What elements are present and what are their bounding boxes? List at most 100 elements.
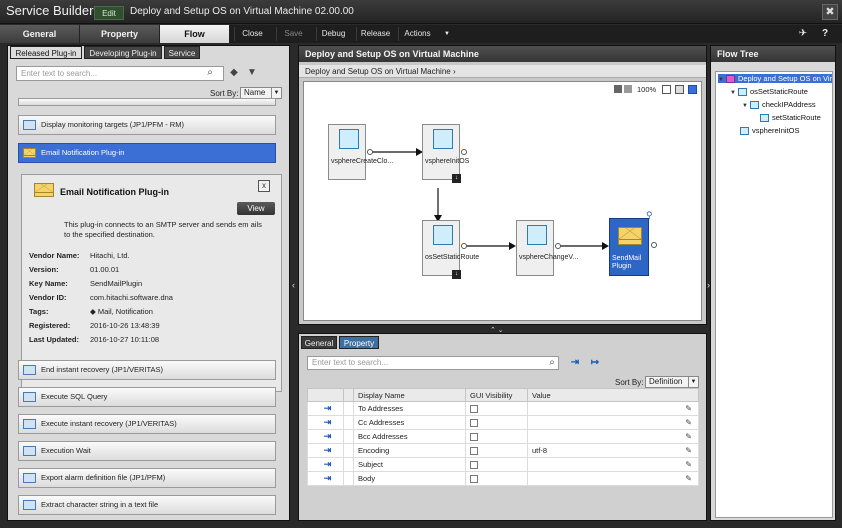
- list-item[interactable]: Export alarm definition file (JP1/PFM): [18, 468, 276, 488]
- flow-node[interactable]: vsphereInitOS: [422, 124, 469, 180]
- gui-visibility-checkbox[interactable]: [470, 419, 478, 427]
- gui-visibility-checkbox[interactable]: [470, 405, 478, 413]
- list-item[interactable]: Extract character string in a text file: [18, 495, 276, 515]
- edit-pencil-icon[interactable]: ✎: [685, 404, 692, 413]
- collapse-icon[interactable]: ▼: [730, 90, 736, 96]
- node-port[interactable]: [461, 243, 467, 249]
- value-cell[interactable]: utf-8 ✎: [527, 443, 699, 458]
- list-item[interactable]: Display monitoring targets (JP1/PFM - RM…: [18, 115, 276, 135]
- flow-node[interactable]: osSetStaticRoute: [422, 220, 479, 276]
- edit-pencil-icon[interactable]: ✎: [685, 418, 692, 427]
- gui-visibility-cell[interactable]: [465, 443, 528, 458]
- column-header-value[interactable]: Value: [527, 388, 699, 402]
- value-cell[interactable]: ✎: [527, 457, 699, 472]
- node-port[interactable]: [555, 243, 561, 249]
- actions-menu[interactable]: Actions: [398, 27, 436, 41]
- column-header-display-name[interactable]: Display Name: [353, 388, 466, 402]
- tree-item-root[interactable]: ▼ Deploy and Setup OS on Virtual Machine: [718, 74, 832, 84]
- table-row[interactable]: ⇥ Cc Addresses ✎: [307, 415, 699, 430]
- table-row[interactable]: ⇥ Bcc Addresses ✎: [307, 429, 699, 444]
- flow-node-selected[interactable]: SendMail Plugin: [609, 218, 649, 276]
- close-button[interactable]: Close: [234, 27, 270, 41]
- flow-node[interactable]: vsphereCreateClo...: [328, 124, 393, 180]
- table-row[interactable]: ⇥ Encoding utf-8 ✎: [307, 443, 699, 458]
- vendor-name-label: Vendor Name:: [29, 251, 80, 260]
- list-item[interactable]: Execute instant recovery (JP1/VERITAS): [18, 414, 276, 434]
- collapse-icon[interactable]: ▼: [742, 103, 748, 109]
- tree-item[interactable]: ▼ checkIPAddress: [742, 100, 816, 110]
- pin-icon[interactable]: ✈: [796, 27, 810, 41]
- gui-visibility-checkbox[interactable]: [470, 461, 478, 469]
- tree-item[interactable]: setStaticRoute: [760, 113, 821, 123]
- node-port[interactable]: [461, 149, 467, 155]
- close-icon[interactable]: x: [258, 180, 270, 192]
- breadcrumb-item[interactable]: Deploy and Setup OS on Virtual Machine: [305, 67, 451, 76]
- value-cell[interactable]: ✎: [527, 429, 699, 444]
- search-icon[interactable]: ⌕: [546, 357, 558, 369]
- save-button[interactable]: Save: [276, 27, 310, 41]
- table-row[interactable]: ⇥ To Addresses ✎: [307, 401, 699, 416]
- filter-icon[interactable]: ▼: [246, 67, 258, 79]
- tab-flow[interactable]: Flow: [160, 25, 230, 43]
- debug-button[interactable]: Debug: [316, 27, 350, 41]
- gui-visibility-cell[interactable]: [465, 429, 528, 444]
- collapse-icon[interactable]: ▼: [718, 77, 724, 83]
- gui-visibility-checkbox[interactable]: [470, 447, 478, 455]
- settings-wrench-icon[interactable]: ⚲: [646, 210, 653, 221]
- tab-property[interactable]: Property: [339, 336, 379, 349]
- value-cell[interactable]: ✎: [527, 401, 699, 416]
- tag-icon[interactable]: ◆: [228, 67, 240, 79]
- list-item[interactable]: End instant recovery (JP1/VERITAS): [18, 360, 276, 380]
- edit-pencil-icon[interactable]: ✎: [685, 460, 692, 469]
- list-item-selected[interactable]: Email Notification Plug-in: [18, 143, 276, 163]
- tab-general[interactable]: General: [0, 25, 80, 43]
- node-port[interactable]: [651, 242, 657, 248]
- tags-value: ◆ Mail, Notification: [90, 307, 153, 316]
- value-cell[interactable]: ✎: [527, 415, 699, 430]
- gui-visibility-checkbox[interactable]: [470, 433, 478, 441]
- tab-service[interactable]: Service: [164, 46, 200, 59]
- tab-property[interactable]: Property: [80, 25, 160, 43]
- export-icon[interactable]: ↦: [589, 357, 601, 369]
- collapse-left-icon[interactable]: ‹: [292, 280, 295, 290]
- list-item-label: Execute SQL Query: [41, 392, 108, 401]
- tab-general[interactable]: General: [301, 336, 337, 349]
- list-item[interactable]: Execution Wait: [18, 441, 276, 461]
- gui-visibility-cell[interactable]: [465, 415, 528, 430]
- gui-visibility-checkbox[interactable]: [470, 475, 478, 483]
- edit-pencil-icon[interactable]: ✎: [685, 432, 692, 441]
- expand-icon[interactable]: ↓: [452, 270, 461, 279]
- list-item-partial[interactable]: [18, 98, 276, 106]
- breadcrumb[interactable]: Deploy and Setup OS on Virtual Machine ›: [299, 65, 706, 78]
- expand-icon[interactable]: ↓: [452, 174, 461, 183]
- plugin-icon: [23, 446, 36, 456]
- node-port[interactable]: [367, 149, 373, 155]
- tab-developing-plugin[interactable]: Developing Plug-in: [84, 46, 162, 59]
- edit-pencil-icon[interactable]: ✎: [685, 446, 692, 455]
- column-header-gui-visibility[interactable]: GUI Visibility: [465, 388, 528, 402]
- edit-pencil-icon[interactable]: ✎: [685, 474, 692, 483]
- tree-item[interactable]: ▼ osSetStaticRoute: [730, 87, 808, 97]
- value-cell[interactable]: ✎: [527, 471, 699, 486]
- search-icon[interactable]: ⌕: [204, 67, 216, 79]
- table-row[interactable]: ⇥ Body ✎: [307, 471, 699, 486]
- flow-node[interactable]: vsphereChangeV...: [516, 220, 578, 276]
- tab-released-plugin[interactable]: Released Plug-in: [10, 46, 82, 59]
- gui-visibility-cell[interactable]: [465, 457, 528, 472]
- view-button[interactable]: View: [237, 202, 275, 215]
- table-row[interactable]: ⇥ Subject ✎: [307, 457, 699, 472]
- release-button[interactable]: Release: [356, 27, 394, 41]
- close-window-button[interactable]: ✖: [822, 4, 838, 20]
- help-icon[interactable]: ?: [818, 27, 832, 41]
- gui-visibility-cell[interactable]: [465, 401, 528, 416]
- flow-tree-title: Flow Tree: [711, 46, 835, 62]
- property-search-input[interactable]: Enter text to search...: [307, 356, 559, 370]
- gui-visibility-cell[interactable]: [465, 471, 528, 486]
- import-icon[interactable]: ⇥: [569, 357, 581, 369]
- flow-canvas[interactable]: 100% vsphereCreateClo... vsphereInitOS ↓: [303, 81, 702, 321]
- list-item[interactable]: Execute SQL Query: [18, 387, 276, 407]
- chevron-down-icon[interactable]: ▼: [440, 27, 454, 41]
- plugin-search-input[interactable]: Enter text to search...: [16, 66, 224, 81]
- sort-by-select[interactable]: Definition ▼: [645, 376, 699, 388]
- tree-item[interactable]: vsphereInitOS: [740, 126, 800, 136]
